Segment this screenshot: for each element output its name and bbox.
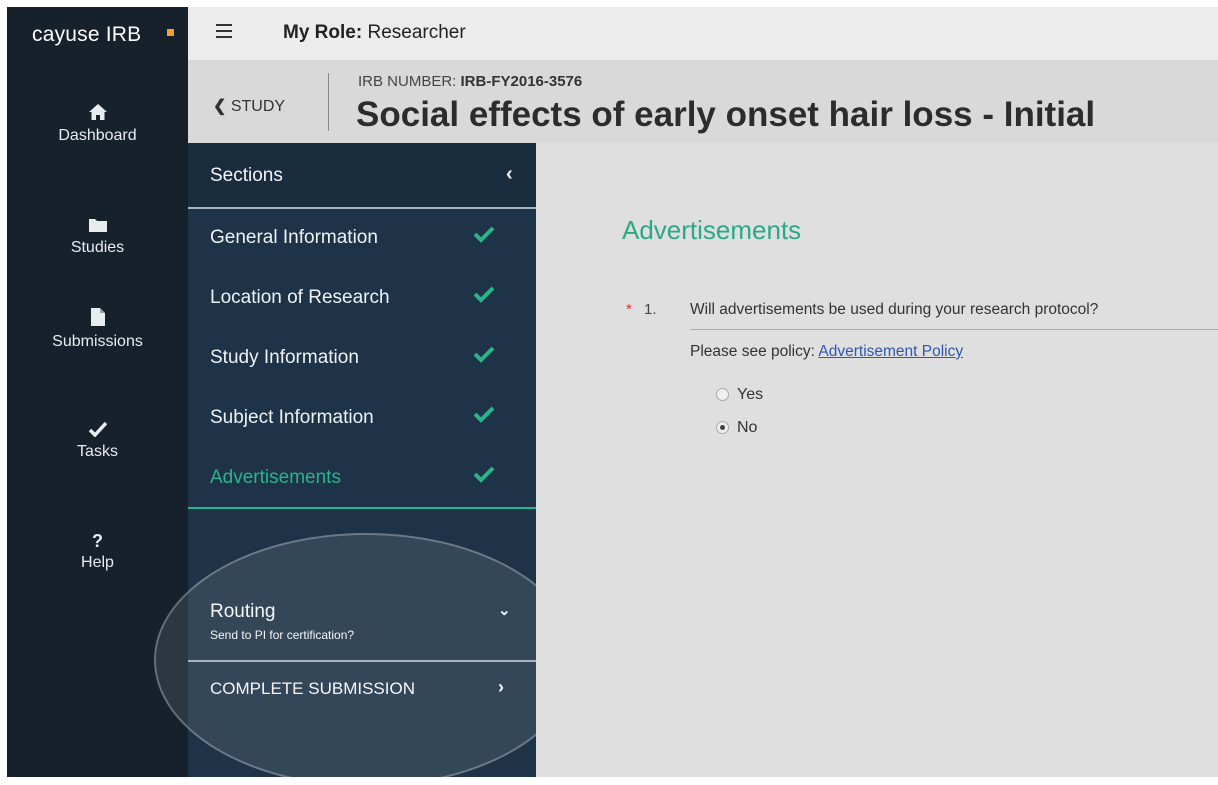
policy-note: Please see policy: Advertisement Policy [690,343,963,361]
hamburger-menu-icon[interactable] [216,24,232,38]
option-label: No [737,419,758,436]
irb-label: IRB NUMBER: [358,73,457,90]
check-icon [473,346,495,363]
nav-label: Dashboard [58,127,137,144]
collapse-chevron-icon[interactable]: ‹ [506,163,513,186]
radio-button-yes[interactable] [716,388,729,402]
check-icon [473,406,495,423]
section-label: General Information [210,227,378,248]
back-label: STUDY [230,98,286,115]
nav-label: Tasks [77,443,118,460]
nav-submissions[interactable]: Submissions [7,307,188,351]
nav-dashboard[interactable]: Dashboard [7,103,188,145]
active-section-underline [188,507,536,509]
nav-label: Submissions [52,333,143,350]
routing-subtext: Send to PI for certification? [210,628,355,642]
sections-heading: Sections [210,165,283,186]
question-icon: ? [92,531,103,551]
question-number: 1. [644,301,657,318]
question-text: Will advertisements be used during your … [690,301,1099,318]
section-subject-information[interactable]: Subject Information [188,389,536,449]
brand[interactable]: cayuse IRB [7,7,188,81]
section-label: Advertisements [210,467,341,488]
role-label: My Role: [283,22,363,43]
check-icon [473,226,495,243]
role-indicator: My Role: Researcher [283,22,466,44]
role-value: Researcher [367,22,466,43]
nav-help[interactable]: ? Help [7,531,188,572]
advertisement-policy-link[interactable]: Advertisement Policy [818,343,963,360]
option-label: Yes [737,386,764,403]
complete-submission-label: COMPLETE SUBMISSION [210,679,415,698]
option-yes[interactable]: Yes [716,386,763,404]
section-label: Subject Information [210,407,374,428]
left-nav: cayuse IRB Dashboard Studies Submissions… [7,7,188,777]
divider [328,73,329,131]
main-content: Advertisements * 1. Will advertisements … [536,143,1218,777]
nav-label: Studies [70,239,125,256]
radio-button-no[interactable] [716,421,729,435]
top-bar: My Role: Researcher [188,7,1218,61]
routing-label: Routing [210,601,276,622]
check-icon [88,421,107,437]
nav-tasks[interactable]: Tasks [7,421,188,461]
required-marker: * [626,301,632,318]
section-location-of-research[interactable]: Location of Research [188,269,536,329]
section-title: Advertisements [622,215,802,245]
complete-submission-button[interactable]: COMPLETE SUBMISSION › [188,667,536,717]
back-to-study-button[interactable]: ❮ STUDY [213,96,285,116]
section-advertisements[interactable]: Advertisements [188,449,536,509]
sections-panel: Sections ‹ General Information Location … [156,143,576,785]
option-no[interactable]: No [716,419,757,437]
check-icon [473,466,495,483]
section-label: Location of Research [210,287,390,308]
nav-studies[interactable]: Studies [7,217,188,257]
irb-number: IRB NUMBER: IRB-FY2016-3576 [358,73,582,90]
section-study-information[interactable]: Study Information [188,329,536,389]
study-header: ❮ STUDY IRB NUMBER: IRB-FY2016-3576 Soci… [188,61,1218,143]
home-icon [88,104,107,120]
chevron-right-icon: › [498,677,504,697]
page-title: Social effects of early onset hair loss … [356,95,1096,134]
check-icon [473,286,495,303]
section-label: Study Information [210,347,359,368]
nav-label: Help [81,554,114,571]
sections-header: Sections ‹ [188,143,536,209]
brand-logo: cayuse IRB [32,23,142,46]
irb-value: IRB-FY2016-3576 [460,73,583,90]
folder-icon [88,219,107,232]
chevron-left-icon: ❮ [213,98,227,115]
divider [188,660,536,662]
question-divider [690,329,1218,330]
chevron-down-icon: ⌄ [498,602,511,619]
policy-prefix: Please see policy: [690,343,815,360]
routing-dropdown[interactable]: Routing Send to PI for certification? ⌄ [188,593,536,657]
brand-dot-icon [167,29,174,36]
section-general-information[interactable]: General Information [188,209,536,269]
document-icon [90,308,105,326]
